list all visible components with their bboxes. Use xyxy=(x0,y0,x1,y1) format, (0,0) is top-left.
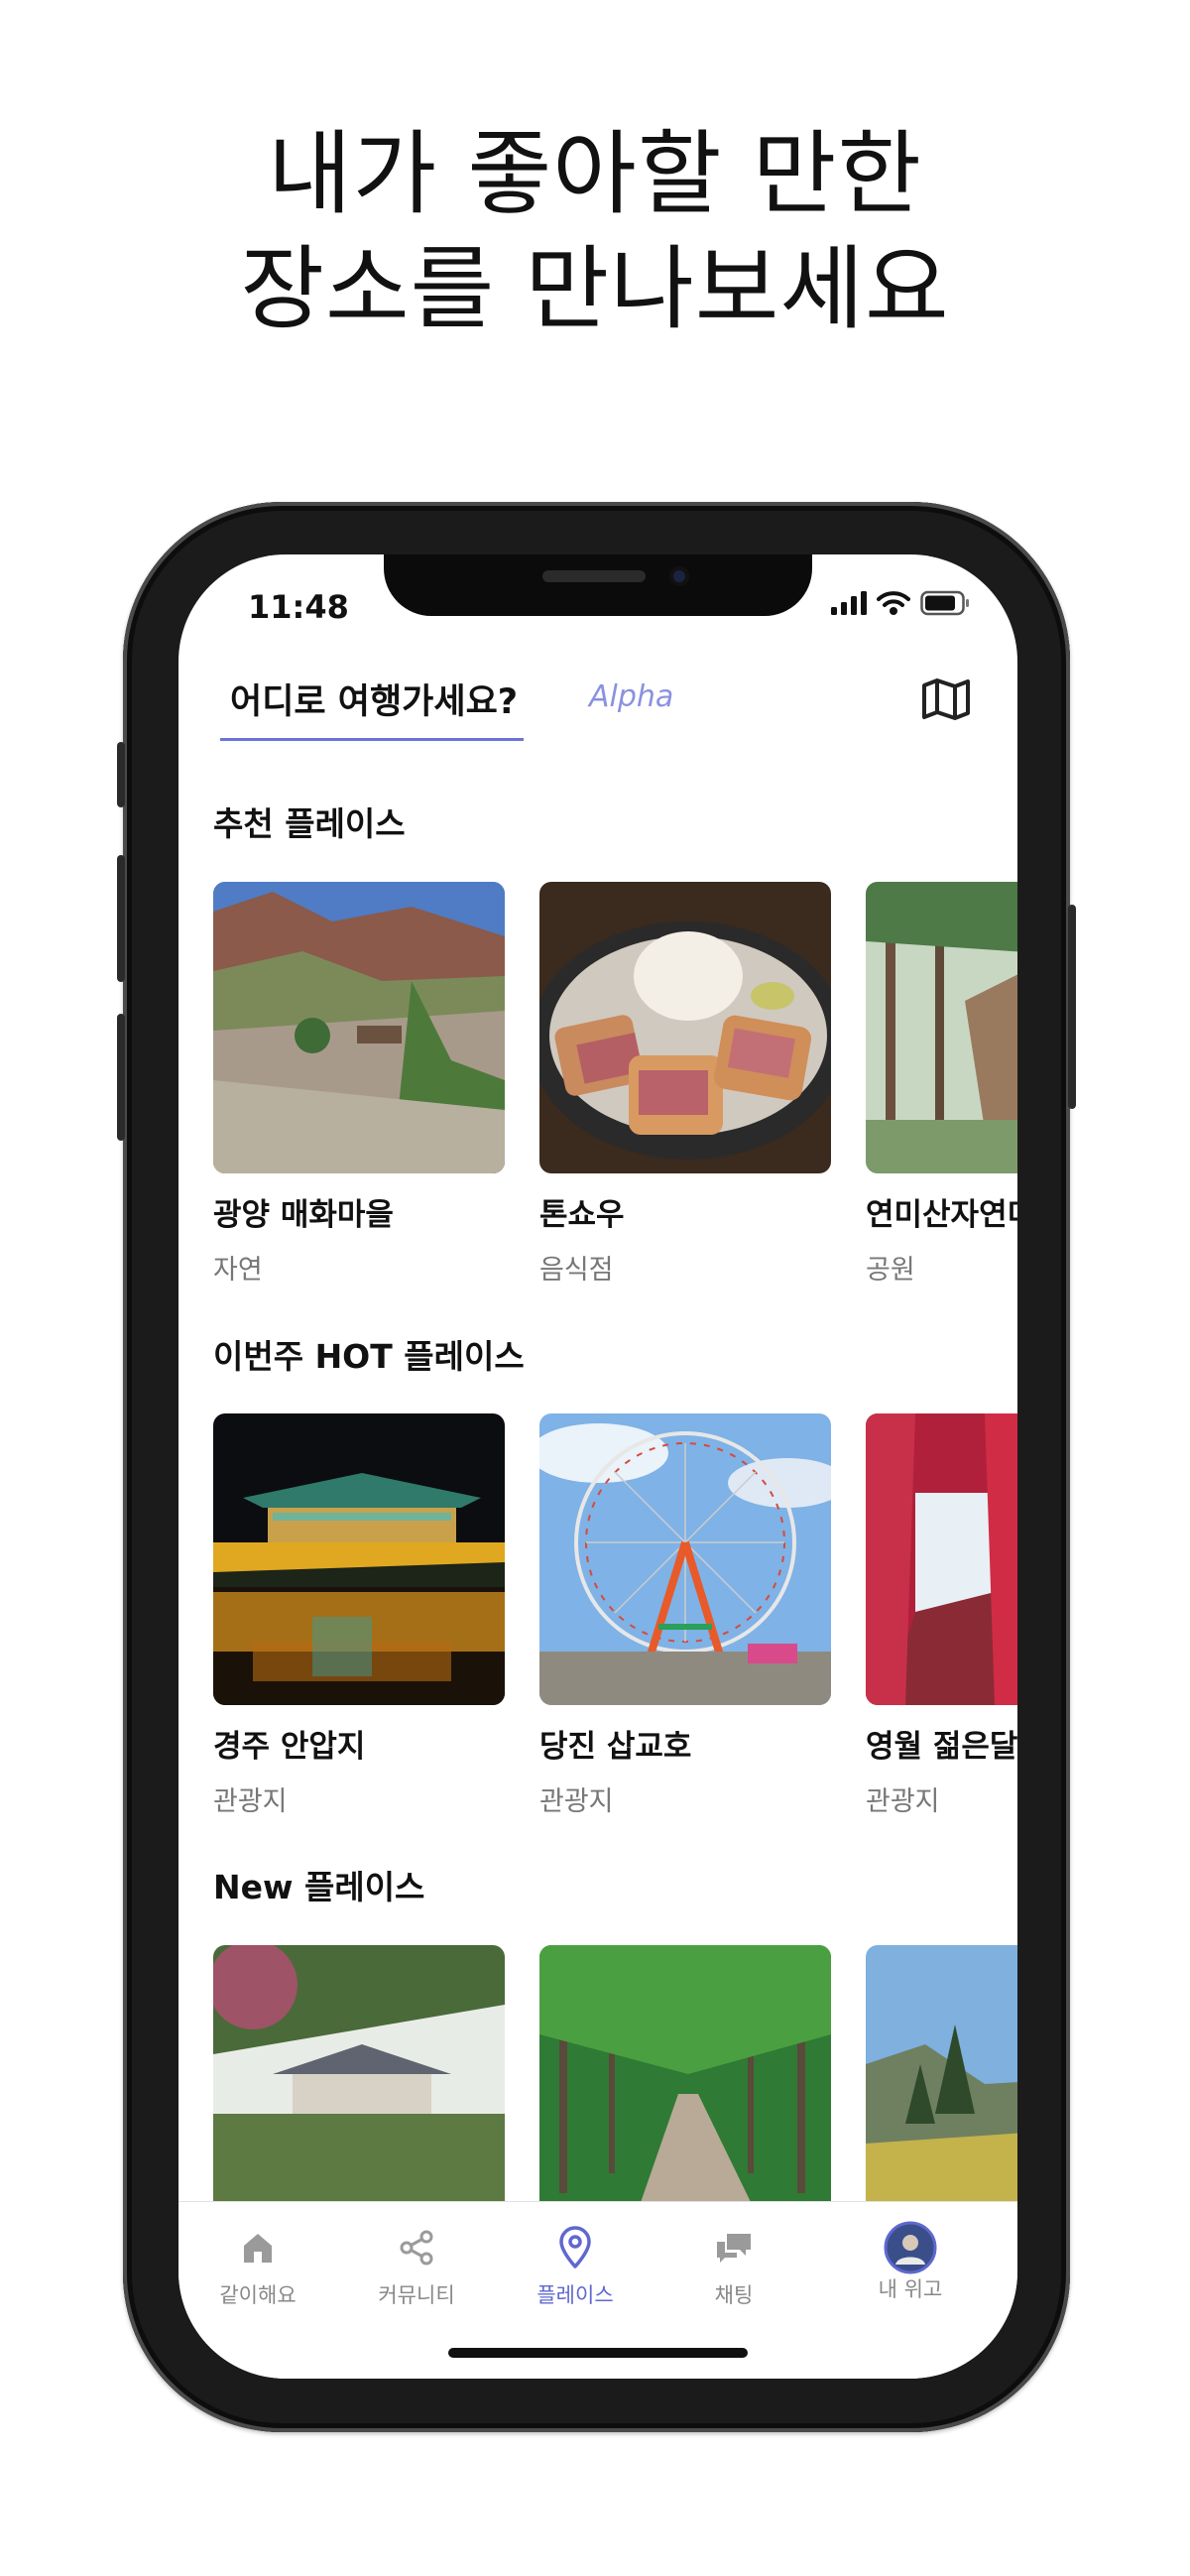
section-title-recommended: 추천 플레이스 xyxy=(213,804,406,843)
alpha-badge: Alpha xyxy=(589,679,674,714)
place-card[interactable]: 연미산자연미 공원 xyxy=(866,882,1017,1287)
place-name: 당진 삽교호 xyxy=(539,1729,692,1765)
place-name: 광양 매화마을 xyxy=(213,1197,394,1233)
status-icons xyxy=(831,590,970,616)
home-indicator xyxy=(448,2348,748,2358)
status-time: 11:48 xyxy=(248,588,349,626)
place-name: 영월 젊은달 xyxy=(866,1729,1017,1765)
place-thumbnail xyxy=(539,1945,831,2237)
place-category: 관광지 xyxy=(213,1786,288,1817)
camera xyxy=(669,566,689,586)
map-button[interactable] xyxy=(918,675,974,723)
tab-home[interactable]: 같이해요 xyxy=(183,2224,332,2309)
destination-search-tab[interactable]: 어디로 여행가세요? xyxy=(220,674,525,741)
place-card[interactable]: 광양 매화마을 자연 xyxy=(213,882,505,1287)
wifi-icon xyxy=(877,591,910,615)
place-category: 관광지 xyxy=(866,1786,940,1817)
search-title: 어디로 여행가세요? xyxy=(230,682,519,722)
place-thumbnail xyxy=(866,1413,1017,1705)
tab-label: 채팅 xyxy=(714,2283,754,2307)
place-thumbnail xyxy=(866,882,1017,1173)
place-card[interactable]: 톤쇼우 음식점 xyxy=(539,882,831,1287)
chat-icon xyxy=(717,2234,751,2263)
tab-label: 플레이스 xyxy=(536,2283,614,2307)
tab-label: 내 위고 xyxy=(878,2277,943,2301)
place-category: 자연 xyxy=(213,1255,263,1286)
place-name: 경주 안압지 xyxy=(213,1729,366,1765)
location-pin-icon xyxy=(559,2226,591,2269)
tab-label: 같이해요 xyxy=(219,2283,297,2307)
place-thumbnail xyxy=(213,1413,505,1705)
place-category: 관광지 xyxy=(539,1786,614,1817)
battery-icon xyxy=(920,590,969,616)
map-icon xyxy=(922,678,970,720)
tab-places[interactable]: 플레이스 xyxy=(501,2224,650,2309)
place-category: 공원 xyxy=(866,1255,915,1286)
tab-my-wego[interactable]: 내 위고 xyxy=(836,2221,985,2303)
place-card[interactable]: 경주 안압지 관광지 xyxy=(213,1413,505,1818)
place-thumbnail xyxy=(866,1945,1017,2237)
headline-line-1: 내가 좋아할 만한 xyxy=(268,121,922,227)
share-icon xyxy=(400,2230,433,2266)
recommended-carousel[interactable]: 광양 매화마을 자연 톤쇼우 음식점 연미산자연 공원 xyxy=(213,882,1017,1298)
section-title-hot: 이번주 HOT 플레이스 xyxy=(213,1337,525,1376)
place-card[interactable]: 당진 삽교호 관광지 xyxy=(539,1413,831,1818)
notch xyxy=(384,554,812,616)
place-thumbnail xyxy=(213,1945,505,2237)
volume-down-button xyxy=(117,1014,125,1141)
home-icon xyxy=(244,2234,272,2263)
place-thumbnail xyxy=(539,1413,831,1705)
tab-community[interactable]: 커뮤니티 xyxy=(342,2224,491,2309)
place-thumbnail xyxy=(539,882,831,1173)
hot-carousel[interactable]: 경주 안압지 관광지 당진 삽교호 관광지 영월 젊은달 관광지 xyxy=(213,1413,1017,1830)
section-title-new: New 플레이스 xyxy=(213,1868,425,1906)
tab-label: 커뮤니티 xyxy=(378,2283,455,2307)
signal-icon xyxy=(831,591,867,615)
power-button xyxy=(1068,905,1076,1109)
place-thumbnail xyxy=(213,882,505,1173)
header-bar: 어디로 여행가세요? Alpha xyxy=(220,654,974,743)
place-card[interactable]: 영월 젊은달 관광지 xyxy=(866,1413,1017,1818)
tab-chat[interactable]: 채팅 xyxy=(659,2224,808,2309)
place-category: 음식점 xyxy=(539,1255,614,1286)
volume-up-button xyxy=(117,855,125,982)
promo-headline: 내가 좋아할 만한 장소를 만나보세요 xyxy=(0,117,1190,347)
place-name: 톤쇼우 xyxy=(539,1197,625,1233)
speaker xyxy=(542,570,646,582)
place-name: 연미산자연미 xyxy=(866,1197,1017,1233)
headline-line-2: 장소를 만나보세요 xyxy=(240,236,950,342)
side-switch xyxy=(117,742,125,807)
avatar xyxy=(884,2221,937,2274)
bottom-tab-bar: 같이해요 커뮤니티 플레이스 채팅 내 위고 xyxy=(178,2201,1017,2379)
phone-screen: 11:48 어디로 여행가세요? Alpha 추천 플레이스 광양 매화마을 자… xyxy=(178,554,1017,2379)
